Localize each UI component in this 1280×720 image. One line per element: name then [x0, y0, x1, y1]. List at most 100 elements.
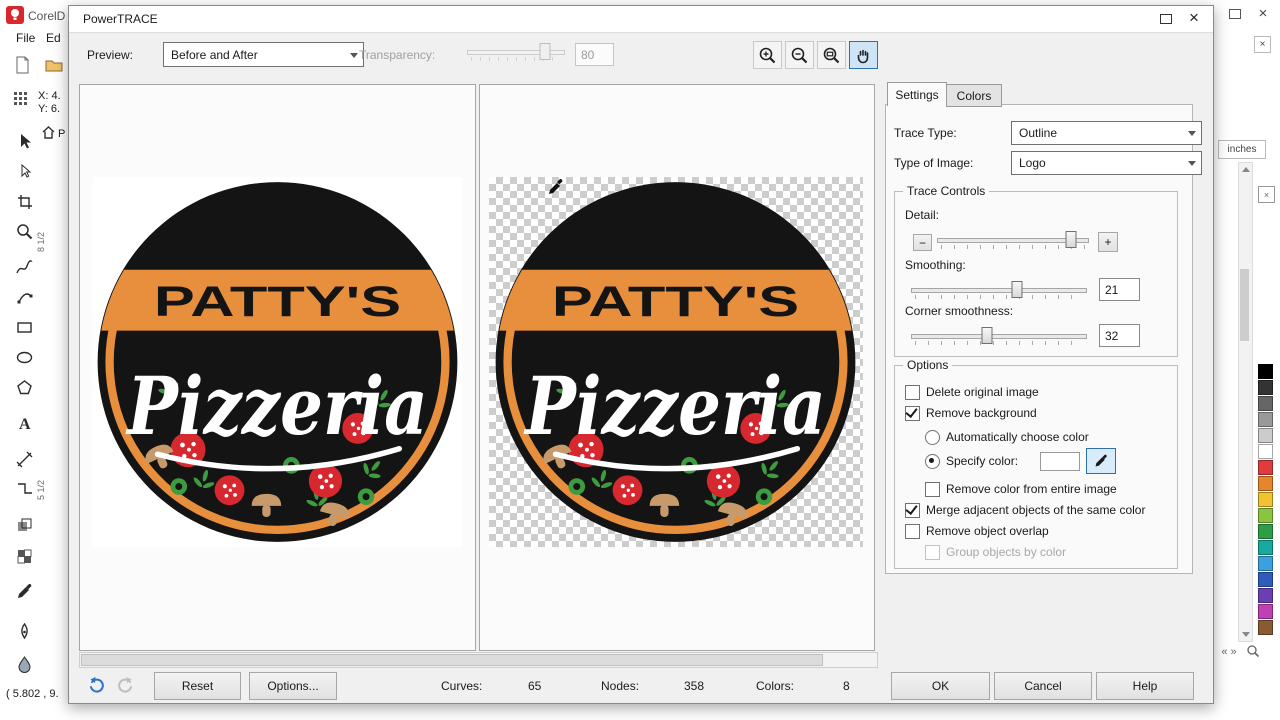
palette-swatch[interactable]: [1258, 524, 1273, 539]
scroll-down-icon[interactable]: [1239, 628, 1252, 641]
palette-swatch[interactable]: [1258, 476, 1273, 491]
scrollbar-thumb[interactable]: [81, 654, 823, 666]
palette-swatch[interactable]: [1258, 428, 1273, 443]
shape-tool-icon[interactable]: [13, 160, 35, 182]
color-eyedropper-button[interactable]: [1086, 448, 1116, 474]
option-specify-color[interactable]: Specify color:: [925, 453, 1116, 469]
text-tool-icon[interactable]: A: [13, 412, 35, 434]
open-folder-icon[interactable]: [44, 55, 64, 78]
zoom-tool-icon[interactable]: [13, 220, 35, 242]
option-merge-adjacent[interactable]: Merge adjacent objects of the same color: [905, 502, 1145, 518]
palette-swatch[interactable]: [1258, 492, 1273, 507]
new-document-icon[interactable]: [12, 55, 32, 78]
palette-swatch[interactable]: [1258, 540, 1273, 555]
app-close-icon[interactable]: ×: [1252, 4, 1274, 22]
pan-tool-button[interactable]: [849, 41, 878, 69]
trace-type-dropdown[interactable]: Outline: [1011, 121, 1202, 145]
zoom-to-fit-button[interactable]: [817, 41, 846, 69]
home-icon[interactable]: [42, 126, 55, 142]
app-restore-icon[interactable]: [1224, 6, 1246, 22]
pick-tool-icon[interactable]: [13, 130, 35, 152]
no-color-swatch[interactable]: ×: [1258, 186, 1275, 203]
palette-swatch[interactable]: [1258, 588, 1273, 603]
help-button[interactable]: Help: [1096, 672, 1194, 700]
options-button[interactable]: Options...: [249, 672, 337, 700]
corner-smoothness-value-box[interactable]: 32: [1099, 324, 1140, 347]
statusbar-zoom-icon[interactable]: [1246, 644, 1260, 661]
slider-thumb[interactable]: [1011, 281, 1022, 298]
palette-swatch[interactable]: [1258, 572, 1273, 587]
docker-tab-label[interactable]: P: [58, 128, 65, 140]
palette-swatch[interactable]: [1258, 396, 1273, 411]
smoothing-slider[interactable]: [911, 280, 1087, 300]
palette-swatch[interactable]: [1258, 508, 1273, 523]
scroll-up-icon[interactable]: [1239, 163, 1252, 176]
ok-button[interactable]: OK: [891, 672, 990, 700]
rectangle-tool-icon[interactable]: [13, 316, 35, 338]
option-remove-background[interactable]: Remove background: [905, 405, 1037, 421]
bezier-tool-icon[interactable]: [13, 286, 35, 308]
corner-smoothness-slider[interactable]: [911, 326, 1087, 346]
redo-button[interactable]: [113, 672, 139, 698]
radio-icon[interactable]: [925, 430, 940, 445]
preview-dropdown[interactable]: Before and After: [163, 42, 364, 67]
before-preview-pane[interactable]: [79, 84, 476, 651]
palette-swatch[interactable]: [1258, 364, 1273, 379]
radio-checked-icon[interactable]: [925, 454, 940, 469]
checkbox-icon[interactable]: [905, 524, 920, 539]
horizontal-scrollbar[interactable]: [79, 652, 878, 668]
palette-swatch[interactable]: [1258, 460, 1273, 475]
reset-button[interactable]: Reset: [154, 672, 241, 700]
palette-scroll-icons[interactable]: « »: [1216, 645, 1242, 659]
specify-color-swatch[interactable]: [1040, 452, 1080, 471]
docker-close-icon[interactable]: ×: [1254, 36, 1271, 53]
detail-decrease-button[interactable]: −: [913, 234, 932, 251]
image-type-dropdown[interactable]: Logo: [1011, 151, 1202, 175]
drop-shadow-tool-icon[interactable]: [13, 514, 35, 536]
zoom-out-button[interactable]: [785, 41, 814, 69]
checkbox-icon[interactable]: [925, 482, 940, 497]
fill-tool-icon[interactable]: [13, 652, 35, 674]
cancel-button[interactable]: Cancel: [994, 672, 1092, 700]
option-remove-overlap[interactable]: Remove object overlap: [905, 523, 1049, 539]
palette-swatch[interactable]: [1258, 620, 1273, 635]
detail-increase-button[interactable]: +: [1098, 232, 1118, 252]
pattern-fill-tool-icon[interactable]: [13, 545, 35, 567]
tab-colors[interactable]: Colors: [946, 84, 1002, 107]
polygon-tool-icon[interactable]: [13, 376, 35, 398]
palette-swatch[interactable]: [1258, 556, 1273, 571]
outline-pen-tool-icon[interactable]: [13, 620, 35, 642]
zoom-in-button[interactable]: [753, 41, 782, 69]
crop-tool-icon[interactable]: [13, 190, 35, 212]
slider-thumb[interactable]: [1065, 231, 1076, 248]
tab-settings[interactable]: Settings: [887, 82, 947, 106]
vertical-scrollbar[interactable]: [1238, 162, 1253, 642]
menu-edit[interactable]: Ed: [46, 31, 61, 45]
smoothing-value-box[interactable]: 21: [1099, 278, 1140, 301]
dimension-tool-icon[interactable]: [13, 448, 35, 470]
freehand-tool-icon[interactable]: [13, 256, 35, 278]
option-delete-original[interactable]: Delete original image: [905, 384, 1039, 400]
connector-tool-icon[interactable]: [13, 478, 35, 500]
palette-swatch[interactable]: [1258, 444, 1273, 459]
palette-swatch[interactable]: [1258, 604, 1273, 619]
menu-file[interactable]: File: [16, 31, 35, 45]
palette-swatch[interactable]: [1258, 412, 1273, 427]
after-preview-pane[interactable]: [479, 84, 875, 651]
detail-slider[interactable]: [937, 230, 1089, 250]
ellipse-tool-icon[interactable]: [13, 346, 35, 368]
scrollbar-thumb[interactable]: [1240, 269, 1249, 341]
option-auto-choose-color[interactable]: Automatically choose color: [925, 429, 1089, 445]
checkbox-checked-icon[interactable]: [905, 503, 920, 518]
checkbox-checked-icon[interactable]: [905, 406, 920, 421]
units-dropdown[interactable]: inches: [1218, 140, 1266, 159]
dialog-close-icon[interactable]: ×: [1183, 8, 1205, 28]
dialog-titlebar[interactable]: PowerTRACE ×: [69, 6, 1213, 33]
eyedropper-tool-icon[interactable]: [13, 580, 35, 602]
option-remove-color-entire-image[interactable]: Remove color from entire image: [925, 481, 1117, 497]
slider-thumb[interactable]: [981, 327, 992, 344]
palette-swatch[interactable]: [1258, 380, 1273, 395]
undo-button[interactable]: [83, 672, 109, 698]
checkbox-icon[interactable]: [905, 385, 920, 400]
dialog-maximize-icon[interactable]: [1155, 11, 1177, 27]
